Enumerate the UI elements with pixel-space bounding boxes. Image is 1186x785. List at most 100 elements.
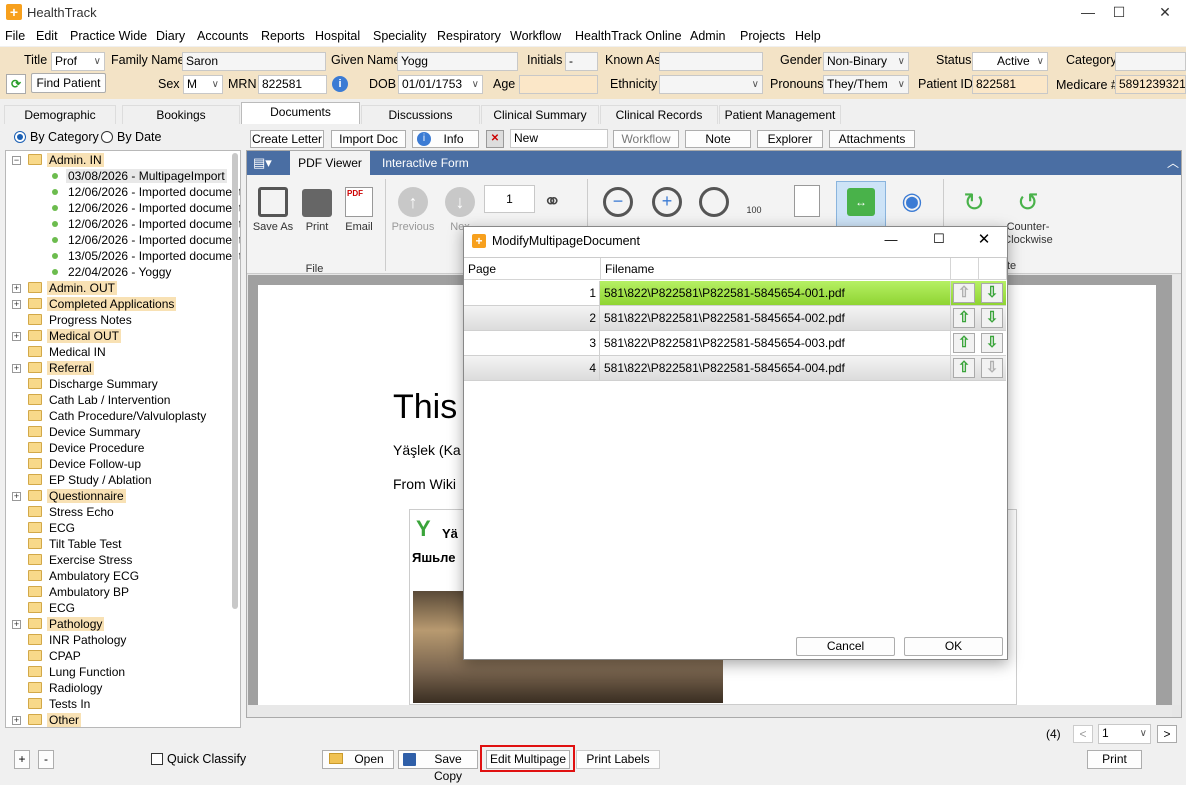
tree-scrollbar[interactable]	[232, 153, 238, 609]
known-as-field[interactable]	[659, 52, 763, 71]
workflow-button[interactable]: Workflow	[613, 130, 679, 148]
document-scrollbar[interactable]	[1173, 275, 1181, 705]
email-button[interactable]: PDF Email	[339, 187, 379, 233]
move-down-icon[interactable]: ⇩	[981, 358, 1003, 378]
page-number-field[interactable]: 1	[484, 185, 535, 213]
menu-workflow[interactable]: Workflow	[510, 29, 561, 43]
tree-folder-tilt-table-test[interactable]: Tilt Table Test	[6, 536, 236, 552]
col-page-header[interactable]: Page	[464, 258, 601, 280]
tree-document-item[interactable]: 12/06/2026 - Imported document	[6, 184, 240, 200]
save-as-button[interactable]: Save As	[251, 187, 295, 233]
open-button[interactable]: Open	[322, 750, 394, 769]
rotate-counter-clockwise-button[interactable]: ↺ Counter- Clockwise	[1003, 187, 1053, 247]
new-document-field[interactable]: New	[510, 129, 608, 148]
menu-projects[interactable]: Projects	[740, 29, 785, 43]
zoom-out-icon[interactable]: −	[603, 187, 633, 217]
menu-file[interactable]: File	[5, 29, 25, 43]
close-button[interactable]: ✕	[1150, 2, 1180, 22]
given-name-field[interactable]: Yogg	[397, 52, 518, 71]
menu-practice-wide[interactable]: Practice Wide	[70, 29, 147, 43]
mrn-field[interactable]: 822581	[258, 75, 327, 94]
page-select[interactable]: 1	[1098, 724, 1151, 744]
by-category-radio[interactable]	[14, 131, 26, 143]
page-row[interactable]: 1 581\822\P822581\P822581-5845654-001.pdf…	[464, 281, 1006, 306]
import-doc-button[interactable]: Import Doc	[331, 130, 406, 148]
print-button[interactable]: Print	[1087, 750, 1142, 769]
tree-folder-stress-echo[interactable]: Stress Echo	[6, 504, 236, 520]
delete-document-icon[interactable]: ✕	[486, 130, 504, 148]
expand-all-button[interactable]: +	[14, 750, 30, 769]
note-button[interactable]: Note	[685, 130, 751, 148]
actual-size-icon[interactable]: 100	[739, 185, 769, 217]
dialog-close-button[interactable]: ✕	[971, 230, 997, 248]
tree-folder-tests-in[interactable]: Tests In	[6, 696, 236, 712]
move-up-icon[interactable]: ⇧	[953, 283, 975, 303]
dialog-cancel-button[interactable]: Cancel	[796, 637, 895, 656]
tree-document-item[interactable]: 12/06/2026 - Imported document	[6, 232, 240, 248]
expand-icon[interactable]: +	[12, 620, 21, 629]
print-labels-button[interactable]: Print Labels	[576, 750, 660, 769]
expand-icon[interactable]: +	[12, 492, 21, 501]
prev-page-icon[interactable]: <	[1073, 725, 1093, 743]
tab-interactive-form[interactable]: Interactive Form	[382, 151, 469, 175]
tree-folder-cpap[interactable]: CPAP	[6, 648, 236, 664]
tree-folder-device-procedure[interactable]: Device Procedure	[6, 440, 236, 456]
binoculars-icon[interactable]: ⚭	[543, 189, 573, 215]
tree-document-item[interactable]: 03/08/2026 - MultipageImport	[6, 168, 236, 184]
find-patient-button[interactable]: Find Patient	[31, 73, 106, 93]
info-button[interactable]: i Info	[412, 130, 479, 148]
view-eye-icon[interactable]: ◉	[896, 187, 928, 215]
tree-document-item[interactable]: 13/05/2026 - Imported document	[6, 248, 240, 264]
expand-icon[interactable]: +	[12, 716, 21, 725]
tree-folder-progress-notes[interactable]: Progress Notes	[6, 312, 236, 328]
move-up-icon[interactable]: ⇧	[953, 333, 975, 353]
dialog-ok-button[interactable]: OK	[904, 637, 1003, 656]
zoom-icon[interactable]	[699, 187, 729, 217]
sex-select[interactable]: M	[183, 75, 223, 94]
edit-multipage-button[interactable]: Edit Multipage	[486, 750, 570, 769]
menu-help[interactable]: Help	[795, 29, 821, 43]
menu-diary[interactable]: Diary	[156, 29, 185, 43]
category-field[interactable]	[1115, 52, 1186, 71]
tree-folder-lung-function[interactable]: Lung Function	[6, 664, 236, 680]
collapse-all-button[interactable]: -	[38, 750, 54, 769]
tab-clinical-records[interactable]: Clinical Records	[600, 105, 718, 124]
tree-document-item[interactable]: 12/06/2026 - Imported document	[6, 200, 240, 216]
page-row[interactable]: 3 581\822\P822581\P822581-5845654-003.pdf…	[464, 331, 1006, 356]
tree-folder-radiology[interactable]: Radiology	[6, 680, 236, 696]
refresh-icon[interactable]: ⟳	[6, 74, 26, 94]
tree-folder-other[interactable]: + Other	[6, 712, 236, 727]
initials-field[interactable]: -	[565, 52, 598, 71]
expand-icon[interactable]: +	[12, 300, 21, 309]
tab-discussions[interactable]: Discussions	[361, 105, 480, 124]
move-up-icon[interactable]: ⇧	[953, 308, 975, 328]
menu-respiratory[interactable]: Respiratory	[437, 29, 501, 43]
maximize-button[interactable]: ☐	[1104, 2, 1134, 22]
menu-edit[interactable]: Edit	[36, 29, 58, 43]
page-row[interactable]: 4 581\822\P822581\P822581-5845654-004.pdf…	[464, 356, 1006, 381]
move-down-icon[interactable]: ⇩	[981, 308, 1003, 328]
tree-folder-ambulatory-ecg[interactable]: Ambulatory ECG	[6, 568, 236, 584]
tree-document-item[interactable]: 22/04/2026 - Yoggy	[6, 264, 236, 280]
gender-select[interactable]: Non-Binary	[823, 52, 909, 71]
next-page-icon[interactable]: >	[1157, 725, 1177, 743]
tree-folder-admin-out[interactable]: + Admin. OUT	[6, 280, 236, 296]
tree-folder-ecg[interactable]: ECG	[6, 520, 236, 536]
menu-healthtrack-online[interactable]: HealthTrack Online	[575, 29, 682, 43]
title-select[interactable]: Prof	[51, 52, 105, 71]
tab-patient-management[interactable]: Patient Management	[719, 105, 841, 124]
menu-accounts[interactable]: Accounts	[197, 29, 248, 43]
family-name-field[interactable]: Saron	[182, 52, 326, 71]
print-viewer-button[interactable]: Print	[299, 187, 335, 233]
save-copy-button[interactable]: Save Copy	[398, 750, 478, 783]
tree-folder-ecg[interactable]: ECG	[6, 600, 236, 616]
rotate-clockwise-button[interactable]: ↻	[950, 187, 998, 221]
page-row[interactable]: 2 581\822\P822581\P822581-5845654-002.pdf…	[464, 306, 1006, 331]
menu-speciality[interactable]: Speciality	[373, 29, 427, 43]
col-filename-header[interactable]: Filename	[601, 258, 951, 280]
tab-demographic[interactable]: Demographic	[4, 105, 116, 124]
zoom-in-icon[interactable]: +	[652, 187, 682, 217]
expand-icon[interactable]: +	[12, 284, 21, 293]
tree-folder-pathology[interactable]: + Pathology	[6, 616, 236, 632]
tree-folder-device-summary[interactable]: Device Summary	[6, 424, 236, 440]
